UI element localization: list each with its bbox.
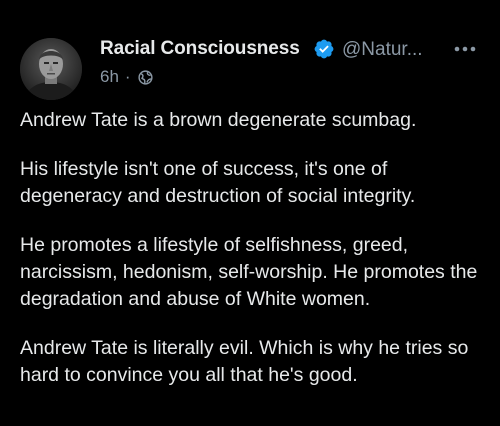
post-body: Andrew Tate is a brown degenerate scumba… (20, 107, 490, 411)
timestamp[interactable]: 6h (100, 67, 119, 87)
meta-separator: · (124, 67, 131, 86)
display-name[interactable]: Racial Consciousness (100, 38, 300, 60)
avatar[interactable] (20, 38, 82, 100)
post-paragraph: Andrew Tate is a brown degenerate scumba… (20, 109, 417, 131)
post-paragraph: Andrew Tate is literally evil. Which is … (20, 337, 469, 386)
verified-badge-icon (314, 39, 334, 59)
post-paragraph: His lifestyle isn't one of success, it's… (20, 158, 416, 207)
user-handle[interactable]: @Natur... (342, 39, 423, 61)
post-card[interactable]: Racial Consciousness @Natur... 6h · Andr… (0, 0, 500, 426)
avatar-portrait-image (20, 38, 82, 100)
more-options-icon[interactable] (448, 38, 482, 60)
post-paragraph: He promotes a lifestyle of selfishness, … (20, 234, 478, 310)
globe-icon (138, 69, 153, 85)
post-meta: 6h · (100, 66, 154, 88)
